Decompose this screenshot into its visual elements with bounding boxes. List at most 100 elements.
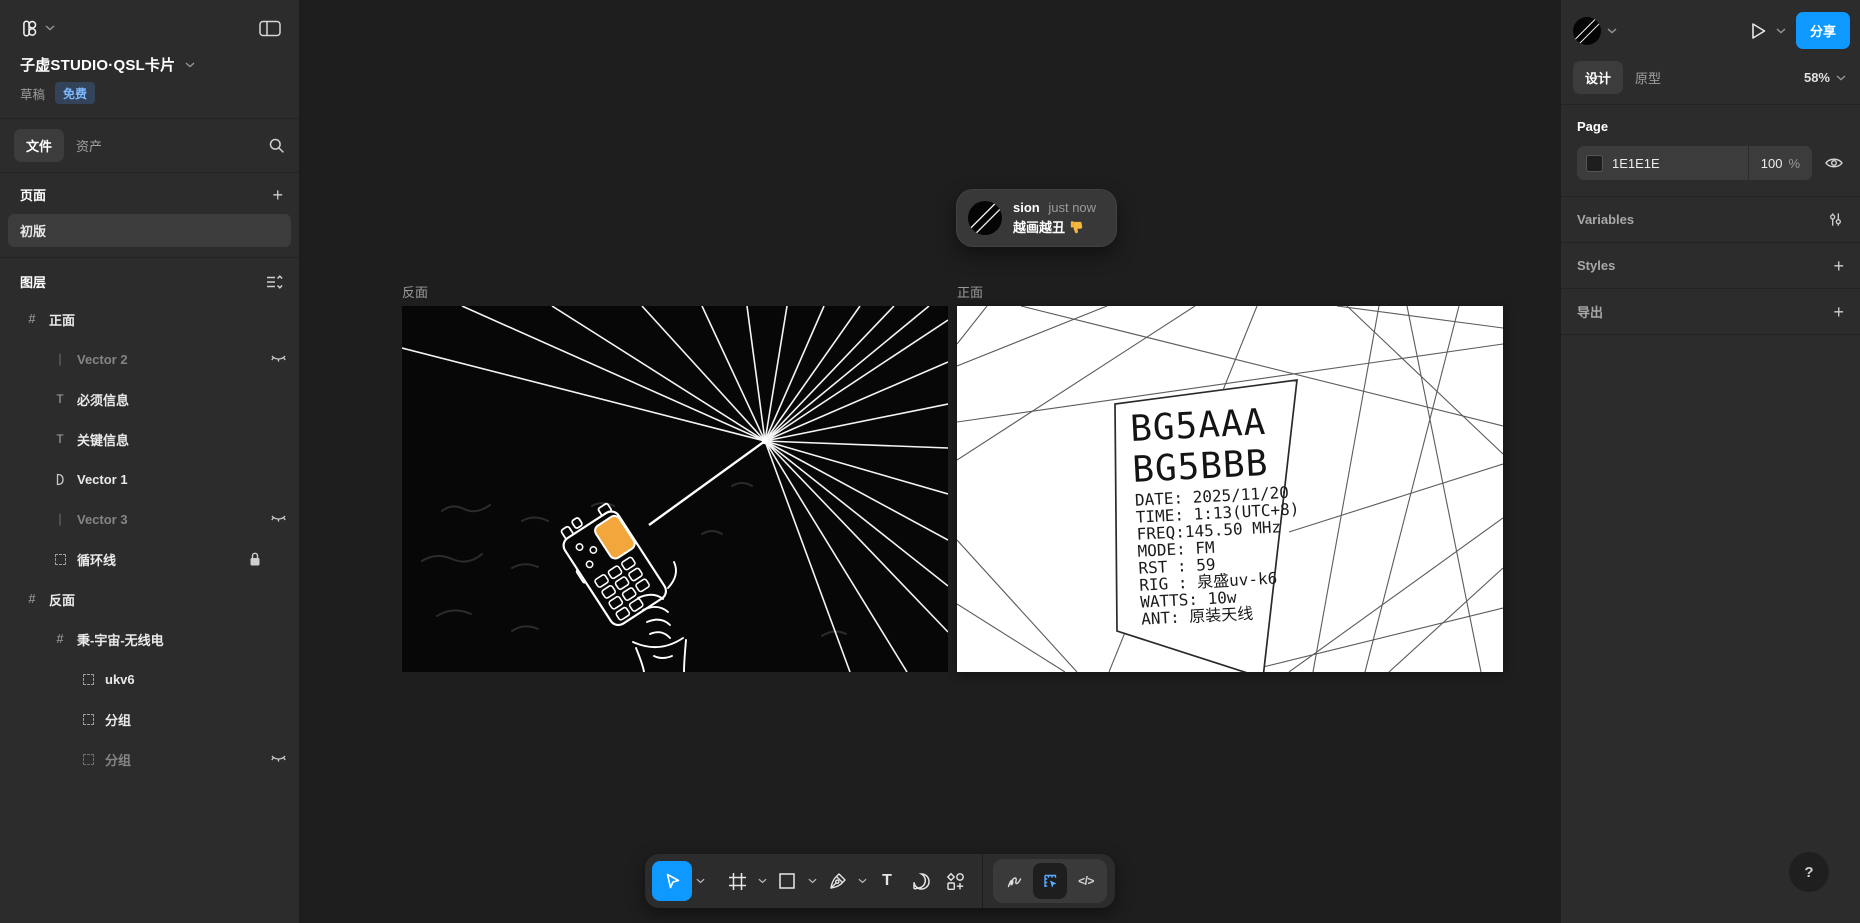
avatar [968, 201, 1002, 235]
pen-tool-chevron-icon[interactable] [854, 861, 870, 901]
add-page-button[interactable]: + [272, 186, 283, 204]
chevron-down-icon[interactable] [45, 25, 55, 31]
left-sidebar: 子虚STUDIO·QSL卡片 草稿 免费 文件 资产 页面 + 初版 图层 # … [0, 0, 300, 923]
frame-tool-chevron-icon[interactable] [754, 861, 770, 901]
layers-header: 图层 [20, 275, 47, 290]
layer-row-group-1[interactable]: 分组 [0, 699, 299, 739]
percent-sign: % [1788, 155, 1800, 171]
group-icon [78, 713, 98, 725]
group-icon [78, 753, 98, 765]
hidden-eye-icon[interactable] [270, 354, 287, 364]
zoom-control[interactable]: 58% [1804, 70, 1846, 85]
figma-logo-menu[interactable] [20, 19, 39, 38]
visibility-eye-icon[interactable] [1824, 155, 1844, 171]
page-color-field[interactable]: 1E1E1E 100 % [1577, 146, 1812, 180]
vector-line-icon: | [58, 352, 62, 366]
frame-icon: # [28, 592, 36, 606]
radio-hand-illustration [402, 306, 948, 672]
draw-mode-tool[interactable] [997, 863, 1031, 899]
pen-tool[interactable] [820, 861, 854, 901]
thumbs-down-emoji [1070, 221, 1083, 234]
layer-row-universe-radio[interactable]: # 秉-宇宙-无线电 [0, 619, 299, 659]
layer-row-group-2[interactable]: 分组 [0, 739, 299, 779]
bottom-toolbar: T </> [645, 854, 1115, 908]
layer-row-vector1[interactable]: Vector 1 [0, 459, 299, 499]
tab-assets[interactable]: 资产 [64, 129, 114, 162]
search-icon[interactable] [268, 137, 285, 154]
help-button[interactable]: ? [1789, 852, 1829, 892]
color-hex-value[interactable]: 1E1E1E [1612, 156, 1748, 171]
opacity-value[interactable]: 100 [1749, 156, 1789, 171]
color-swatch[interactable] [1586, 154, 1603, 172]
variables-sliders-icon[interactable] [1827, 211, 1844, 228]
present-play-icon[interactable] [1749, 21, 1768, 41]
figma-logo-icon [23, 19, 37, 37]
layer-row-frame-front[interactable]: # 正面 [0, 299, 299, 339]
tab-prototype[interactable]: 原型 [1623, 61, 1673, 94]
vector-line-icon: | [58, 512, 62, 526]
present-options-chevron-icon[interactable] [1776, 27, 1786, 34]
add-style-button[interactable]: + [1833, 257, 1844, 275]
layer-row-vector3[interactable]: | Vector 3 [0, 499, 299, 539]
rectangle-tool[interactable] [770, 861, 804, 901]
dev-ruler-mode-tool[interactable] [1033, 863, 1067, 899]
page-item-chuban[interactable]: 初版 [8, 214, 291, 247]
comment-author: sion [1013, 200, 1040, 215]
layer-row-key-info[interactable]: T 关键信息 [0, 419, 299, 459]
group-icon [50, 553, 70, 565]
comment-timestamp: just now [1048, 200, 1097, 215]
qsl-callsign-1: BG5AAA [1129, 402, 1267, 450]
move-tool-chevron-icon[interactable] [692, 861, 708, 901]
page-section-header: Page [1577, 119, 1609, 134]
canvas[interactable]: 反面 正面 BG5AAA BG5BBB DATE: 2025/11/20 TIM… [300, 0, 1560, 923]
comment-message: 越画越丑 [1013, 220, 1066, 235]
shape-tool-chevron-icon[interactable] [804, 861, 820, 901]
actions-resources-tool[interactable] [938, 861, 972, 901]
frame-icon: # [56, 632, 64, 646]
frame-front-card[interactable]: BG5AAA BG5BBB DATE: 2025/11/20 TIME: 1:1… [957, 306, 1503, 672]
layer-row-frame-back[interactable]: # 反面 [0, 579, 299, 619]
layer-row-required-info[interactable]: T 必须信息 [0, 379, 299, 419]
free-plan-badge[interactable]: 免费 [55, 82, 96, 104]
right-sidebar: 分享 设计 原型 58% Page 1E1E1E 100 % Variables… [1560, 0, 1860, 923]
text-tool[interactable]: T [870, 861, 904, 901]
move-tool[interactable] [652, 861, 692, 901]
hidden-eye-icon[interactable] [270, 754, 287, 764]
qsl-callsign-2: BG5BBB [1131, 443, 1269, 491]
qsl-card-graphic: BG5AAA BG5BBB DATE: 2025/11/20 TIME: 1:1… [957, 306, 1503, 672]
pages-header: 页面 [20, 188, 47, 203]
styles-section[interactable]: Styles + [1561, 243, 1860, 289]
lock-icon[interactable] [248, 551, 262, 567]
comment-tool[interactable] [904, 861, 938, 901]
tab-design[interactable]: 设计 [1573, 61, 1624, 94]
avatar-menu-chevron-icon[interactable] [1607, 27, 1617, 34]
zoom-value: 58% [1803, 70, 1830, 85]
collapse-layers-icon[interactable] [265, 274, 283, 290]
frame-back-artwork[interactable] [402, 306, 948, 672]
zoom-chevron-icon [1836, 74, 1846, 81]
dev-code-mode-tool[interactable]: </> [1069, 863, 1103, 899]
document-title: 子虚STUDIO·QSL卡片 [20, 57, 176, 74]
comment-bubble[interactable]: sion just now 越画越丑 [956, 189, 1118, 247]
hidden-eye-icon[interactable] [270, 514, 287, 524]
group-icon [78, 673, 98, 685]
layer-row-loop-line[interactable]: 循环线 [0, 539, 299, 579]
draft-label: 草稿 [20, 87, 46, 102]
frame-label-front[interactable]: 正面 [957, 282, 983, 301]
export-section[interactable]: 导出 + [1561, 289, 1860, 335]
add-export-button[interactable]: + [1833, 303, 1844, 321]
frame-label-back[interactable]: 反面 [402, 282, 428, 301]
text-layer-icon: T [56, 392, 64, 406]
vector-shape-icon [50, 473, 70, 486]
layer-row-vector2[interactable]: | Vector 2 [0, 339, 299, 379]
variables-section[interactable]: Variables [1561, 197, 1860, 243]
document-menu-chevron-icon[interactable] [185, 61, 195, 68]
frame-icon: # [28, 312, 36, 326]
layer-row-ukv6[interactable]: ukv6 [0, 659, 299, 699]
user-avatar[interactable] [1573, 16, 1601, 45]
mode-switcher-group: </> [993, 859, 1107, 903]
share-button[interactable]: 分享 [1795, 12, 1850, 49]
frame-tool[interactable] [720, 861, 754, 901]
toggle-sidebar-icon[interactable] [259, 20, 281, 37]
tab-file[interactable]: 文件 [14, 129, 65, 162]
